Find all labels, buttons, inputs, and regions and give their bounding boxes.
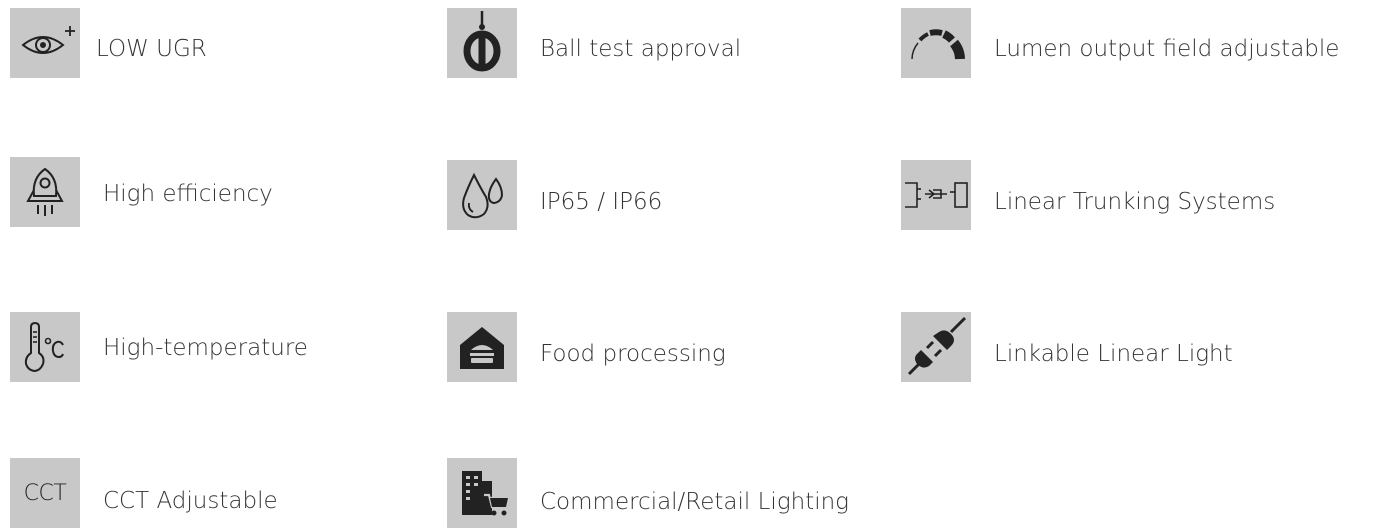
tile [447,8,517,78]
food-house-icon [460,327,504,369]
tile [901,312,971,382]
rocket-icon [26,167,64,216]
feature-label: CCT Adjustable [103,488,278,514]
thermometer-icon [24,321,64,373]
feature-label: Linear Trunking Systems [994,189,1276,215]
feature-label: Commercial/Retail Lighting [540,489,849,515]
feature-label: LOW UGR [96,36,207,62]
feature-label: High efficiency [103,181,273,207]
feature-label: High-temperature [103,335,308,361]
tile [10,8,80,78]
feature-label: Linkable Linear Light [994,341,1233,367]
tile [10,157,80,227]
ball-test-icon [463,11,501,72]
building-cart-icon [462,471,510,516]
feature-label: Food processing [540,341,726,367]
cct-icon: CCT [23,480,67,506]
tile [10,312,80,382]
tile [447,312,517,382]
water-drops-icon [462,172,504,219]
feature-label: Ball test approval [540,36,742,62]
tile [447,160,517,230]
feature-label: IP65 / IP66 [540,189,663,215]
feature-label: Lumen output field adjustable [994,36,1340,62]
tile [447,458,517,528]
plug-icon [907,316,967,376]
trunking-icon [905,182,968,208]
tile: CCT [10,458,80,528]
gauge-icon [911,29,965,60]
tile [901,160,971,230]
eye-plus-icon [21,26,75,54]
tile [901,8,971,78]
